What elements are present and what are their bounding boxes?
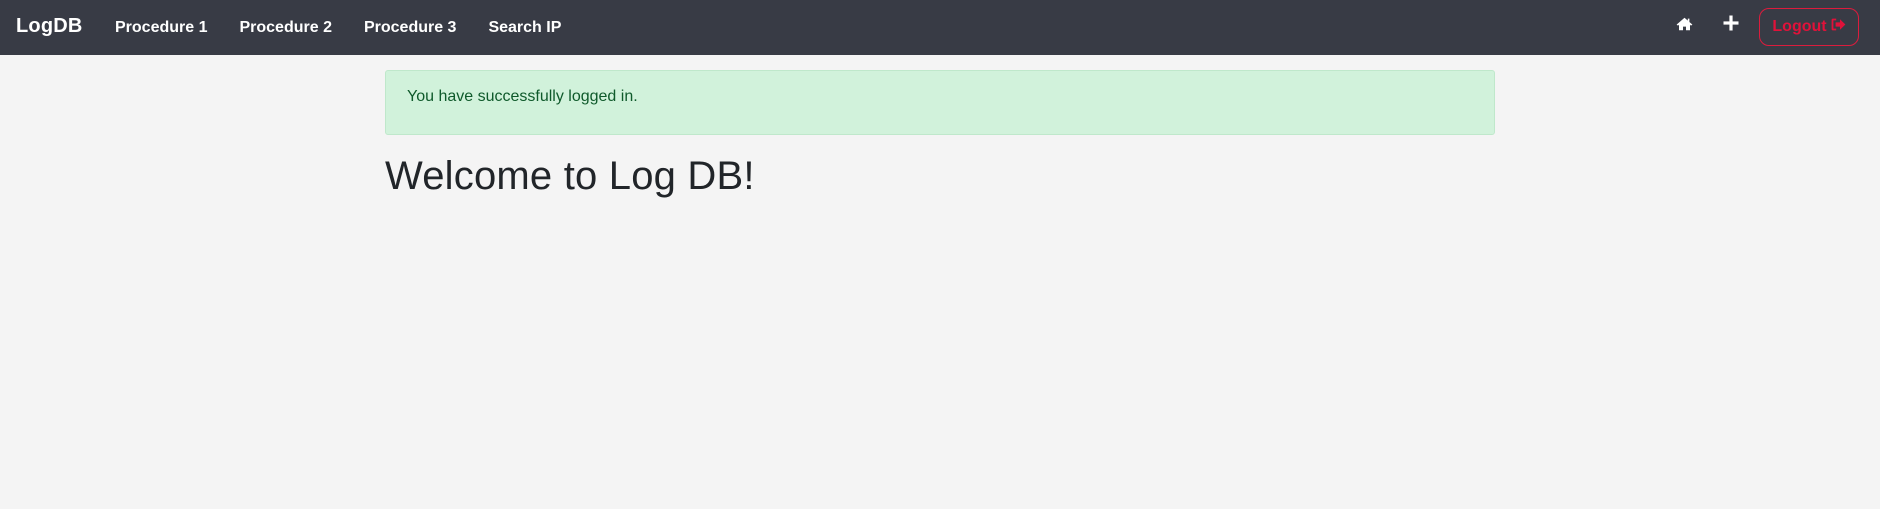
page-title: Welcome to Log DB!: [385, 154, 755, 198]
logout-button[interactable]: Logout: [1759, 8, 1859, 46]
brand-logo-link[interactable]: LogDB: [16, 14, 83, 38]
top-navbar: LogDB Procedure 1 Procedure 2 Procedure …: [0, 0, 1880, 55]
home-icon: [1676, 17, 1693, 36]
nav-link-search-ip[interactable]: Search IP: [472, 0, 577, 55]
alert-message: You have successfully logged in.: [407, 88, 638, 105]
plus-icon: [1723, 15, 1739, 36]
home-button[interactable]: [1668, 13, 1700, 39]
add-button[interactable]: [1715, 10, 1747, 40]
nav-links: Procedure 1 Procedure 2 Procedure 3 Sear…: [100, 0, 577, 55]
logout-label: Logout: [1772, 18, 1827, 35]
page: LogDB Procedure 1 Procedure 2 Procedure …: [0, 0, 1880, 511]
success-alert: You have successfully logged in.: [385, 70, 1495, 135]
nav-link-procedure-1[interactable]: Procedure 1: [100, 0, 223, 55]
sign-out-icon: [1831, 18, 1846, 36]
nav-link-procedure-3[interactable]: Procedure 3: [348, 0, 472, 55]
nav-link-procedure-2[interactable]: Procedure 2: [223, 0, 347, 55]
